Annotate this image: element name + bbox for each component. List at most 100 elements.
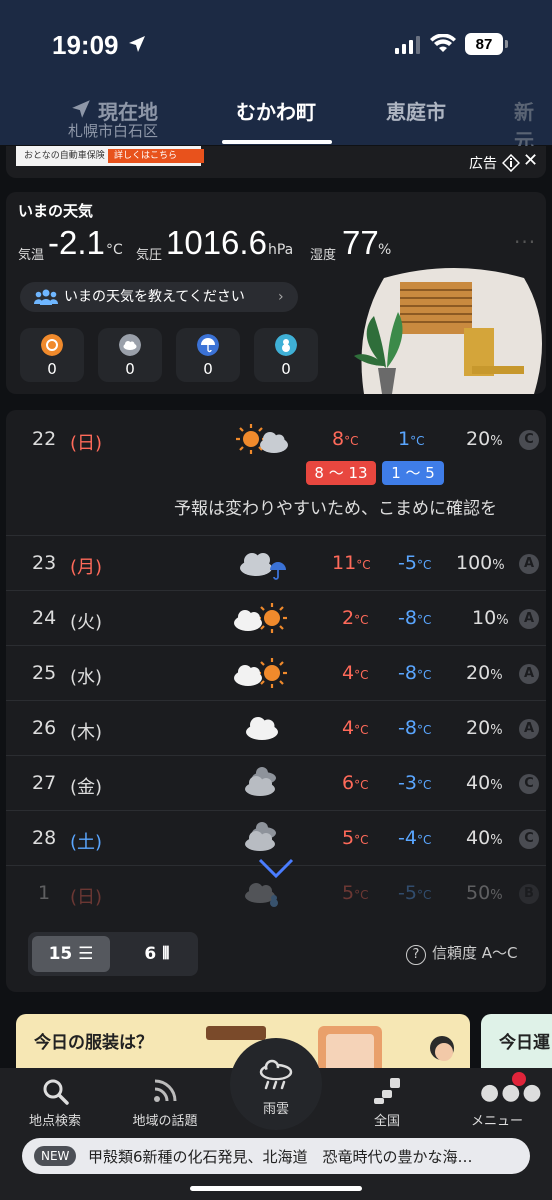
- clouds-icon: [245, 822, 276, 851]
- forecast-range-area: 15 ☰ 6 ⦀ ? 信頼度 A～C: [6, 920, 546, 992]
- fortune-card-title: 今日運: [499, 1033, 550, 1053]
- weekly-forecast: 22 (日) 8°C 1°C 20% C 8 ～ 13 1 ～ 5 予報は変わり…: [6, 410, 546, 920]
- ad-banner-button[interactable]: 詳しくはこちら: [108, 149, 204, 163]
- reliability-badge: C: [519, 829, 539, 849]
- forecast-row[interactable]: 22 (日) 8°C 1°C 20% C 8 ～ 13 1 ～ 5 予報は変わり…: [6, 410, 546, 536]
- range-6-days-button[interactable]: 6 ⦀: [120, 936, 194, 972]
- people-icon: [34, 289, 58, 305]
- cloud-icon: [119, 334, 141, 356]
- forecast-range-toggle[interactable]: 15 ☰ 6 ⦀: [28, 932, 198, 976]
- question-icon: ?: [406, 945, 426, 965]
- forecast-low: 1°C: [398, 428, 425, 450]
- nav-rain-label: 雨雲: [262, 1102, 289, 1117]
- news-headline: 甲殻類6新種の化石発見、北海道 恐竜時代の豊かな海…: [88, 1148, 473, 1166]
- forecast-low: -8°C: [398, 717, 432, 739]
- humidity-unit: %: [378, 242, 392, 258]
- reliability-badge: A: [519, 719, 539, 739]
- home-indicator: [190, 1186, 362, 1191]
- nav-national[interactable]: 全国: [332, 1110, 442, 1129]
- reliability-badge: C: [519, 430, 539, 450]
- forecast-low: -8°C: [398, 662, 432, 684]
- cloud-sun-icon: [234, 603, 287, 633]
- rain-cloud-icon: [259, 1059, 293, 1090]
- status-time: 19:09: [52, 30, 119, 60]
- reliability-badge: C: [519, 774, 539, 794]
- temp-label: 気温: [18, 248, 45, 263]
- forecast-low: -8°C: [398, 607, 432, 629]
- forecast-precip: 40%: [466, 827, 503, 849]
- ad-info-icon[interactable]: [502, 154, 520, 172]
- forecast-row[interactable]: 24 (火) 2°C -8°C 10% A: [6, 591, 546, 646]
- forecast-row[interactable]: 26 (木) 4°C -8°C 20% A: [6, 701, 546, 756]
- report-sunny-count: 0: [47, 360, 57, 378]
- forecast-high: 4°C: [342, 717, 369, 739]
- forecast-dow: (日): [70, 887, 103, 908]
- location-arrow-icon: [72, 100, 90, 118]
- forecast-day: 27: [32, 772, 57, 794]
- humidity-value: 77: [342, 224, 379, 261]
- current-weather-title: いまの天気: [18, 202, 94, 220]
- report-snow-button[interactable]: 0: [254, 328, 318, 382]
- reliability-badge: A: [519, 554, 539, 574]
- forecast-precip: 50%: [466, 882, 503, 904]
- forecast-dow: (火): [70, 612, 103, 633]
- forecast-dow: (月): [70, 557, 103, 578]
- forecast-precip: 20%: [466, 428, 503, 450]
- more-options-icon[interactable]: ···: [514, 230, 536, 254]
- chevron-right-icon: ›: [278, 289, 284, 305]
- cloud-snow-icon: [245, 883, 278, 907]
- tab-current-location[interactable]: 現在地 札幌市白石区: [68, 96, 158, 140]
- forecast-dow: (水): [70, 667, 103, 688]
- forecast-row[interactable]: 25 (水) 4°C -8°C 20% A: [6, 646, 546, 701]
- chevron-down-icon[interactable]: [258, 858, 294, 880]
- umbrella-icon: [197, 334, 219, 356]
- forecast-precip: 100%: [456, 552, 505, 574]
- forecast-day: 23: [32, 552, 57, 574]
- weather-report-label: いまの天気を教えてください: [64, 289, 245, 305]
- signal-icon: [395, 36, 420, 54]
- nav-menu[interactable]: メニュー: [442, 1110, 552, 1129]
- nav-search[interactable]: 地点検索: [0, 1110, 110, 1129]
- forecast-day: 25: [32, 662, 57, 684]
- forecast-day: 24: [32, 607, 57, 629]
- forecast-high: 5°C: [342, 882, 369, 904]
- cloud-sun-icon: [234, 658, 287, 688]
- more-icon: ●●●: [480, 1080, 544, 1105]
- report-snow-count: 0: [281, 360, 291, 378]
- temp-unit: °C: [106, 242, 123, 258]
- news-new-badge: NEW: [34, 1146, 77, 1166]
- tab-current-sublabel: 札幌市白石区: [68, 122, 159, 140]
- japan-map-icon: [374, 1078, 400, 1104]
- forecast-row[interactable]: 27 (金) 6°C -3°C 40% C: [6, 756, 546, 811]
- forecast-precip: 40%: [466, 772, 503, 794]
- range-15-days-button[interactable]: 15 ☰: [32, 936, 110, 972]
- ad-bar: おとなの自動車保険 詳しくはこちら 広告 ✕: [6, 146, 546, 178]
- forecast-low: -5°C: [398, 552, 432, 574]
- forecast-day: 22: [32, 428, 57, 450]
- ad-banner[interactable]: おとなの自動車保険 詳しくはこちら: [16, 146, 204, 166]
- tab-mukawa[interactable]: むかわ町: [236, 96, 316, 125]
- forecast-row[interactable]: 23 (月) 11°C -5°C 100% A: [6, 536, 546, 591]
- battery-tip: [505, 40, 508, 48]
- report-rain-button[interactable]: 0: [176, 328, 240, 382]
- news-ticker[interactable]: NEW 甲殻類6新種の化石発見、北海道 恐竜時代の豊かな海…: [22, 1138, 530, 1174]
- forecast-day: 1: [38, 882, 51, 904]
- snowman-icon: [275, 334, 297, 356]
- report-cloudy-button[interactable]: 0: [98, 328, 162, 382]
- report-cloudy-count: 0: [125, 360, 135, 378]
- rss-icon: [154, 1079, 177, 1102]
- weather-report-button[interactable]: いまの天気を教えてください ›: [20, 282, 298, 312]
- cloud-rain-icon: [240, 553, 286, 580]
- pressure-label: 気圧: [136, 248, 163, 263]
- report-sunny-button[interactable]: 0: [20, 328, 84, 382]
- ad-close-icon[interactable]: ✕: [523, 150, 538, 171]
- nav-local-topics[interactable]: 地域の話題: [110, 1110, 220, 1129]
- forecast-high: 8°C: [332, 428, 359, 450]
- temp-value: -2.1: [48, 224, 105, 261]
- forecast-dow: (日): [70, 433, 103, 454]
- forecast-high: 4°C: [342, 662, 369, 684]
- forecast-high: 6°C: [342, 772, 369, 794]
- reliability-help[interactable]: ? 信頼度 A～C: [406, 942, 518, 965]
- notification-dot: [512, 1072, 526, 1086]
- tab-eniwa[interactable]: 恵庭市: [386, 96, 446, 125]
